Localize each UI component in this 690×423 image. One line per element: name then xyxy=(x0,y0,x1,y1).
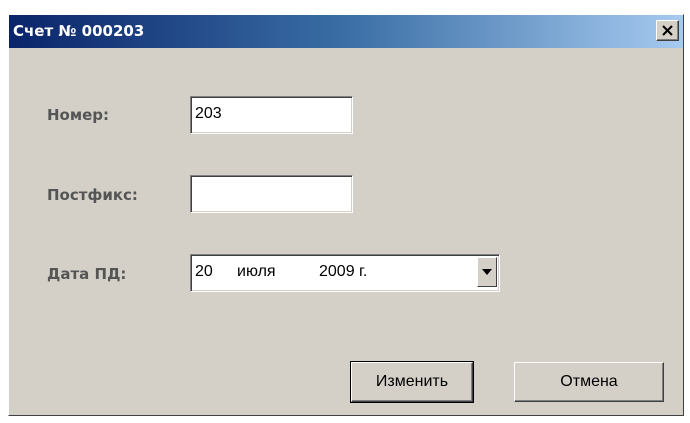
number-field[interactable]: 203 xyxy=(190,96,353,134)
invoice-dialog: Счет № 000203 Номер: 203 Постфикс: Дата … xyxy=(8,14,684,416)
date-picker[interactable]: 20 июля 2009 г. xyxy=(190,254,500,292)
date-year[interactable]: 2009 г. xyxy=(319,263,367,281)
date-label: Дата ПД: xyxy=(47,265,127,283)
number-label: Номер: xyxy=(47,106,110,124)
close-icon xyxy=(662,25,673,36)
date-dropdown-button[interactable] xyxy=(477,257,497,287)
change-button[interactable]: Изменить xyxy=(350,361,474,403)
title-bar[interactable]: Счет № 000203 xyxy=(9,15,683,48)
cancel-button[interactable]: Отмена xyxy=(514,362,664,402)
postfix-label: Постфикс: xyxy=(47,186,138,204)
date-month[interactable]: июля xyxy=(237,263,319,281)
chevron-down-icon xyxy=(482,269,492,275)
date-day[interactable]: 20 xyxy=(195,263,237,281)
window-title: Счет № 000203 xyxy=(13,22,145,40)
postfix-field[interactable] xyxy=(190,175,353,213)
close-button[interactable] xyxy=(656,20,679,41)
